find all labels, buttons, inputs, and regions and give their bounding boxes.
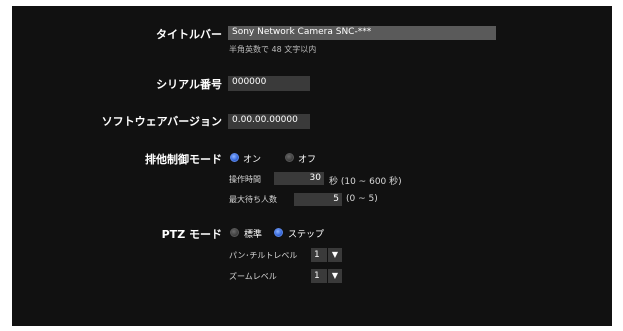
exclusive-on-radio[interactable] <box>230 153 239 162</box>
zoom-level-label: ズームレベル <box>229 272 277 281</box>
exclusive-on-label[interactable]: オン <box>243 152 261 165</box>
max-wait-label: 最大待ち人数 <box>229 195 277 204</box>
exclusive-off-radio[interactable] <box>285 153 294 162</box>
exclusive-control-label: 排他制御モード <box>145 153 222 166</box>
chevron-down-icon[interactable]: ▼ <box>328 269 342 283</box>
ptz-step-radio[interactable] <box>274 228 283 237</box>
software-version-field: 0.00.00.00000 <box>228 114 310 129</box>
title-bar-input[interactable]: Sony Network Camera SNC-*** <box>228 26 496 40</box>
operation-time-unit: 秒 (10 ~ 600 秒) <box>329 177 402 187</box>
pan-tilt-level-value: 1 <box>311 248 327 262</box>
zoom-level-select[interactable]: 1 ▼ <box>311 269 342 283</box>
pan-tilt-level-label: パン･チルトレベル <box>229 251 298 260</box>
exclusive-off-label[interactable]: オフ <box>298 152 316 165</box>
title-bar-note: 半角英数で 48 文字以内 <box>229 45 317 54</box>
operation-time-label: 操作時間 <box>229 175 261 184</box>
ptz-mode-label: PTZ モード <box>161 228 222 241</box>
serial-label: シリアル番号 <box>156 78 222 91</box>
max-wait-range: (0 ~ 5) <box>346 194 378 204</box>
serial-field: 000000 <box>228 76 310 91</box>
ptz-step-label[interactable]: ステップ <box>288 227 324 240</box>
max-wait-input[interactable]: 5 <box>294 193 342 206</box>
software-version-label: ソフトウェアバージョン <box>101 115 222 128</box>
chevron-down-icon[interactable]: ▼ <box>328 248 342 262</box>
zoom-level-value: 1 <box>311 269 327 283</box>
pan-tilt-level-select[interactable]: 1 ▼ <box>311 248 342 262</box>
ptz-standard-label[interactable]: 標準 <box>244 227 262 240</box>
settings-panel: タイトルバー Sony Network Camera SNC-*** 半角英数で… <box>12 6 612 326</box>
ptz-standard-radio[interactable] <box>230 228 239 237</box>
title-bar-label: タイトルバー <box>156 28 222 41</box>
operation-time-input[interactable]: 30 <box>274 172 324 185</box>
